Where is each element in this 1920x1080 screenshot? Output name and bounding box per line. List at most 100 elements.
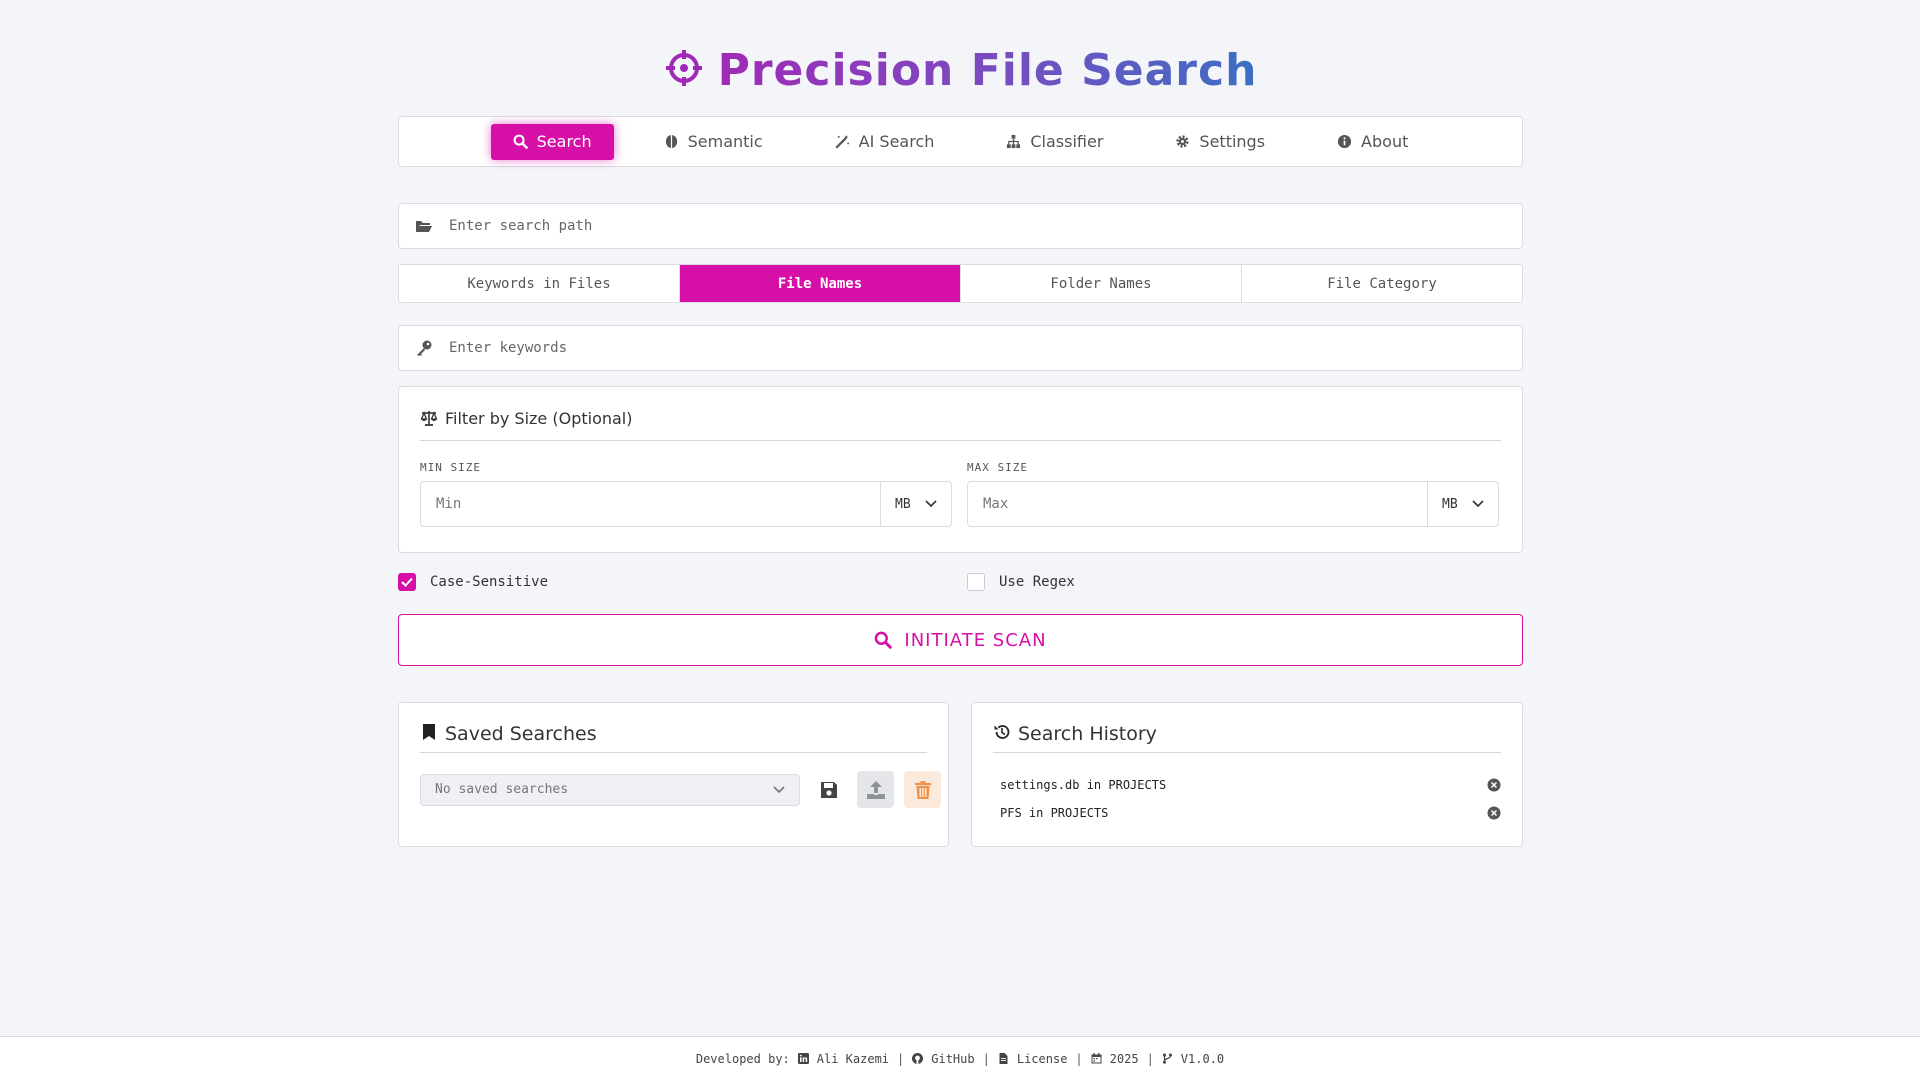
min-size-unit-select[interactable]: MB	[880, 482, 951, 526]
max-size-label: MAX SIZE	[967, 461, 1028, 474]
remove-icon[interactable]	[1487, 778, 1501, 792]
app-title: Precision File Search	[717, 44, 1258, 96]
use-regex-checkbox[interactable]	[967, 573, 985, 591]
saved-searches-select[interactable]: No saved searches	[420, 773, 800, 806]
case-sensitive-label: Case-Sensitive	[430, 574, 549, 590]
tab-about[interactable]: About	[1315, 124, 1430, 160]
max-size-row: MB	[967, 481, 1499, 527]
max-size-unit-value: MB	[1442, 496, 1458, 512]
year-text: 2025	[1109, 1051, 1139, 1066]
keywords-input[interactable]	[449, 326, 1522, 370]
footer-separator: |	[897, 1051, 905, 1066]
info-icon	[1337, 134, 1352, 149]
mode-keywords-in-files[interactable]: Keywords in Files	[399, 265, 680, 302]
license-link[interactable]: License	[998, 1051, 1068, 1066]
search-icon	[875, 631, 893, 649]
tab-label: AI Search	[858, 132, 935, 151]
size-filter-title: Filter by Size (Optional)	[445, 409, 633, 428]
search-path-input[interactable]	[449, 204, 1522, 248]
trash-icon	[914, 780, 931, 799]
min-size-label: MIN SIZE	[420, 461, 481, 474]
gear-icon	[1176, 135, 1190, 148]
saved-searches-select-value: No saved searches	[435, 782, 569, 797]
folder-open-icon	[399, 217, 449, 235]
size-filter-panel: Filter by Size (Optional) MIN SIZE MB MA…	[398, 386, 1523, 553]
min-size-group: MIN SIZE MB	[420, 461, 952, 527]
footer-separator: |	[1146, 1051, 1154, 1066]
upload-icon	[866, 780, 885, 799]
history-item[interactable]: settings.db in PROJECTS	[1000, 771, 1501, 799]
tab-semantic[interactable]: Semantic	[642, 124, 785, 160]
search-mode-tabs: Keywords in Files File Names Folder Name…	[398, 264, 1523, 303]
bookmark-icon	[423, 724, 435, 740]
history-item-text: PFS in PROJECTS	[1000, 806, 1109, 820]
min-size-unit-value: MB	[895, 496, 911, 512]
branch-icon	[1162, 1053, 1172, 1064]
calendar-icon	[1091, 1053, 1102, 1064]
max-size-unit-select[interactable]: MB	[1427, 482, 1498, 526]
min-size-row: MB	[420, 481, 952, 527]
delete-search-button[interactable]	[904, 771, 941, 808]
saved-searches-title: Saved Searches	[445, 723, 597, 745]
main-nav: Search Semantic AI Search Classifier Set…	[398, 116, 1523, 167]
search-history-header: Search History	[993, 723, 1501, 753]
tab-classifier[interactable]: Classifier	[984, 124, 1125, 160]
scale-icon	[420, 411, 438, 426]
floppy-disk-icon	[820, 781, 837, 798]
license-label: License	[1016, 1051, 1068, 1066]
search-history-title: Search History	[1018, 723, 1157, 745]
magic-wand-icon	[835, 134, 849, 149]
load-search-button[interactable]	[857, 771, 894, 808]
linkedin-icon	[797, 1053, 809, 1064]
save-search-button[interactable]	[810, 771, 847, 808]
mode-file-names[interactable]: File Names	[680, 265, 961, 302]
chevron-down-icon	[925, 500, 937, 508]
check-icon	[401, 577, 413, 587]
case-sensitive-checkbox[interactable]	[398, 573, 416, 591]
saved-searches-header: Saved Searches	[420, 723, 927, 753]
min-size-input[interactable]	[421, 482, 880, 526]
footer-separator: |	[1075, 1051, 1083, 1066]
mode-file-category[interactable]: File Category	[1242, 265, 1522, 302]
search-path-field	[398, 203, 1523, 249]
tab-label: About	[1361, 132, 1409, 151]
max-size-group: MAX SIZE MB	[967, 461, 1499, 527]
history-icon	[994, 725, 1010, 739]
history-item[interactable]: PFS in PROJECTS	[1000, 799, 1501, 827]
tab-label: Settings	[1199, 132, 1266, 151]
case-sensitive-option[interactable]: Case-Sensitive	[398, 573, 548, 591]
keywords-field	[398, 325, 1523, 371]
author-link[interactable]: Ali Kazemi	[797, 1052, 889, 1066]
scan-button-label: INITIATE SCAN	[904, 629, 1047, 651]
size-filter-header: Filter by Size (Optional)	[420, 409, 1501, 441]
sitemap-icon	[1007, 134, 1021, 149]
tab-label: Classifier	[1030, 132, 1104, 151]
use-regex-label: Use Regex	[999, 574, 1075, 590]
initiate-scan-button[interactable]: INITIATE SCAN	[398, 614, 1523, 666]
chevron-down-icon	[773, 785, 785, 793]
github-link[interactable]: GitHub	[912, 1051, 975, 1066]
search-history-list: settings.db in PROJECTS PFS in PROJECTS	[1000, 771, 1501, 827]
saved-searches-controls: No saved searches	[420, 771, 941, 808]
max-size-input[interactable]	[968, 482, 1427, 526]
history-item-text: settings.db in PROJECTS	[1000, 778, 1167, 792]
use-regex-option[interactable]: Use Regex	[967, 573, 1075, 591]
version-text: V1.0.0	[1180, 1051, 1225, 1066]
tab-label: Semantic	[687, 132, 763, 151]
app-header: Precision File Search	[398, 44, 1523, 96]
key-icon	[399, 339, 449, 357]
github-label: GitHub	[931, 1051, 975, 1066]
mode-folder-names[interactable]: Folder Names	[961, 265, 1242, 302]
remove-icon[interactable]	[1487, 806, 1501, 820]
github-icon	[912, 1053, 924, 1064]
tab-settings[interactable]: Settings	[1153, 124, 1287, 160]
chevron-down-icon	[1472, 500, 1484, 508]
crosshair-icon	[664, 48, 704, 92]
tab-search[interactable]: Search	[490, 123, 614, 160]
search-history-card: Search History settings.db in PROJECTS P…	[971, 702, 1523, 847]
version-badge: V1.0.0	[1162, 1052, 1224, 1066]
brain-icon	[665, 134, 677, 149]
saved-searches-card: Saved Searches No saved searches	[398, 702, 949, 847]
file-text-icon	[999, 1053, 1008, 1064]
tab-ai-search[interactable]: AI Search	[813, 124, 957, 160]
